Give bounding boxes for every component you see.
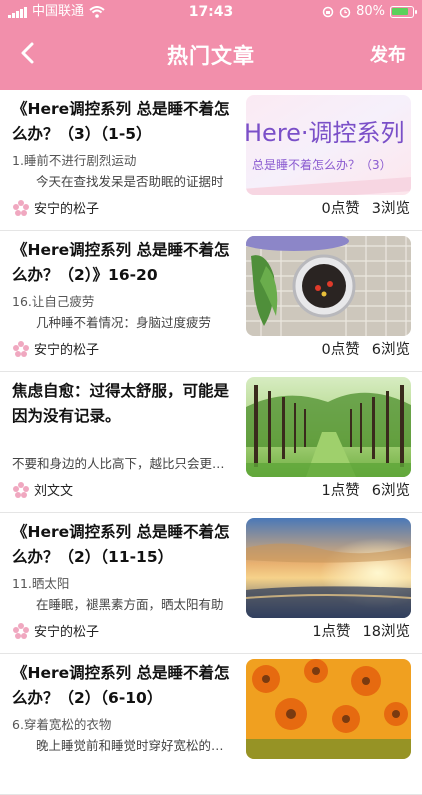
article-excerpt: 几种睡不着情况：身脑过度疲劳 bbox=[36, 315, 212, 330]
article-thumbnail[interactable] bbox=[246, 377, 411, 477]
article-title: 《Here调控系列 总是睡不着怎么办？（2）》16-20 bbox=[12, 241, 230, 284]
view-count: 18浏览 bbox=[362, 624, 410, 640]
battery-icon bbox=[390, 6, 417, 18]
article-title: 焦虑自愈：过得太舒服，可能是因为没有记录。 bbox=[12, 382, 230, 425]
article-subtitle: 16.让自己疲劳 bbox=[12, 294, 95, 309]
view-count: 6浏览 bbox=[371, 342, 410, 358]
article-card[interactable]: 《Here调控系列 总是睡不着怎么办？（2）》16-20 16.让自己疲劳 几种… bbox=[0, 231, 422, 372]
article-title: 《Here调控系列 总是睡不着怎么办？（2）（11-15） bbox=[12, 523, 230, 566]
article-subtitle: 1.睡前不进行剧烈运动 bbox=[12, 153, 137, 168]
author-avatar-flower-icon bbox=[13, 622, 29, 639]
article-thumbnail[interactable]: Here·调控系列 总是睡不着怎么办？（3） bbox=[246, 95, 411, 195]
battery-percent: 80% bbox=[356, 4, 385, 19]
article-subtitle: 6.穿着宽松的衣物 bbox=[12, 717, 112, 732]
article-thumbnail[interactable] bbox=[246, 518, 411, 618]
thumb-text-line1: Here·调控系列 bbox=[246, 119, 405, 147]
author-avatar-flower-icon bbox=[13, 340, 29, 357]
article-author[interactable]: 安宁的松子 bbox=[12, 339, 99, 358]
article-excerpt: 不要和身边的人比高下，越比只会更焦虑 bbox=[12, 456, 234, 471]
view-count: 3浏览 bbox=[371, 201, 410, 217]
view-count: 6浏览 bbox=[371, 483, 410, 499]
page-title: 热门文章 bbox=[167, 44, 255, 68]
like-count: 0点赞 bbox=[321, 201, 360, 217]
article-stats: 0点赞 6浏览 bbox=[322, 338, 410, 359]
app-header: 中国联通 17:43 80% 热门文章 发布 bbox=[0, 0, 422, 90]
alarm-icon bbox=[339, 7, 351, 18]
author-name: 安宁的松子 bbox=[34, 343, 100, 358]
like-count: 1点赞 bbox=[312, 624, 351, 640]
article-stats: 1点赞 6浏览 bbox=[322, 479, 410, 500]
author-avatar-flower-icon bbox=[13, 199, 29, 216]
thumb-text-line2: 总是睡不着怎么办？（3） bbox=[252, 157, 392, 172]
article-author[interactable]: 安宁的松子 bbox=[12, 621, 99, 640]
article-author[interactable]: 刘文文 bbox=[12, 480, 73, 499]
status-bar: 中国联通 17:43 80% bbox=[0, 0, 422, 24]
author-name: 安宁的松子 bbox=[34, 202, 100, 217]
article-card[interactable]: 《Here调控系列 总是睡不着怎么办？（2）（6-10） 6.穿着宽松的衣物 晚… bbox=[0, 654, 422, 795]
author-name: 刘文文 bbox=[34, 484, 74, 499]
article-excerpt: 晚上睡觉前和睡觉时穿好宽松的衣物 bbox=[36, 738, 234, 753]
article-thumbnail[interactable] bbox=[246, 659, 411, 759]
author-avatar-flower-icon bbox=[13, 481, 29, 498]
article-card[interactable]: 焦虑自愈：过得太舒服，可能是因为没有记录。 不要和身边的人比高下，越比只会更焦虑… bbox=[0, 372, 422, 513]
nav-bar: 热门文章 发布 bbox=[0, 26, 422, 82]
article-title: 《Here调控系列 总是睡不着怎么办？（2）（6-10） bbox=[12, 664, 230, 707]
article-stats: 1点赞 18浏览 bbox=[312, 620, 410, 641]
article-title: 《Here调控系列 总是睡不着怎么办？（3）（1-5） bbox=[12, 100, 230, 143]
article-thumbnail[interactable] bbox=[246, 236, 411, 336]
publish-button[interactable]: 发布 bbox=[370, 41, 406, 67]
like-count: 1点赞 bbox=[321, 483, 360, 499]
article-excerpt: 今天在查找发呆是否助眠的证据时 bbox=[36, 174, 224, 189]
rotation-lock-icon bbox=[322, 6, 334, 18]
article-stats: 0点赞 3浏览 bbox=[322, 197, 410, 218]
article-subtitle: 11.晒太阳 bbox=[12, 576, 70, 591]
article-excerpt: 在睡眠，褪黑素方面，晒太阳有助 bbox=[36, 597, 224, 612]
article-card[interactable]: 《Here调控系列 总是睡不着怎么办？（3）（1-5） 1.睡前不进行剧烈运动 … bbox=[0, 90, 422, 231]
article-list: 《Here调控系列 总是睡不着怎么办？（3）（1-5） 1.睡前不进行剧烈运动 … bbox=[0, 90, 422, 795]
author-name: 安宁的松子 bbox=[34, 625, 100, 640]
like-count: 0点赞 bbox=[321, 342, 360, 358]
article-card[interactable]: 《Here调控系列 总是睡不着怎么办？（2）（11-15） 11.晒太阳 在睡眠… bbox=[0, 513, 422, 654]
article-author[interactable]: 安宁的松子 bbox=[12, 198, 99, 217]
